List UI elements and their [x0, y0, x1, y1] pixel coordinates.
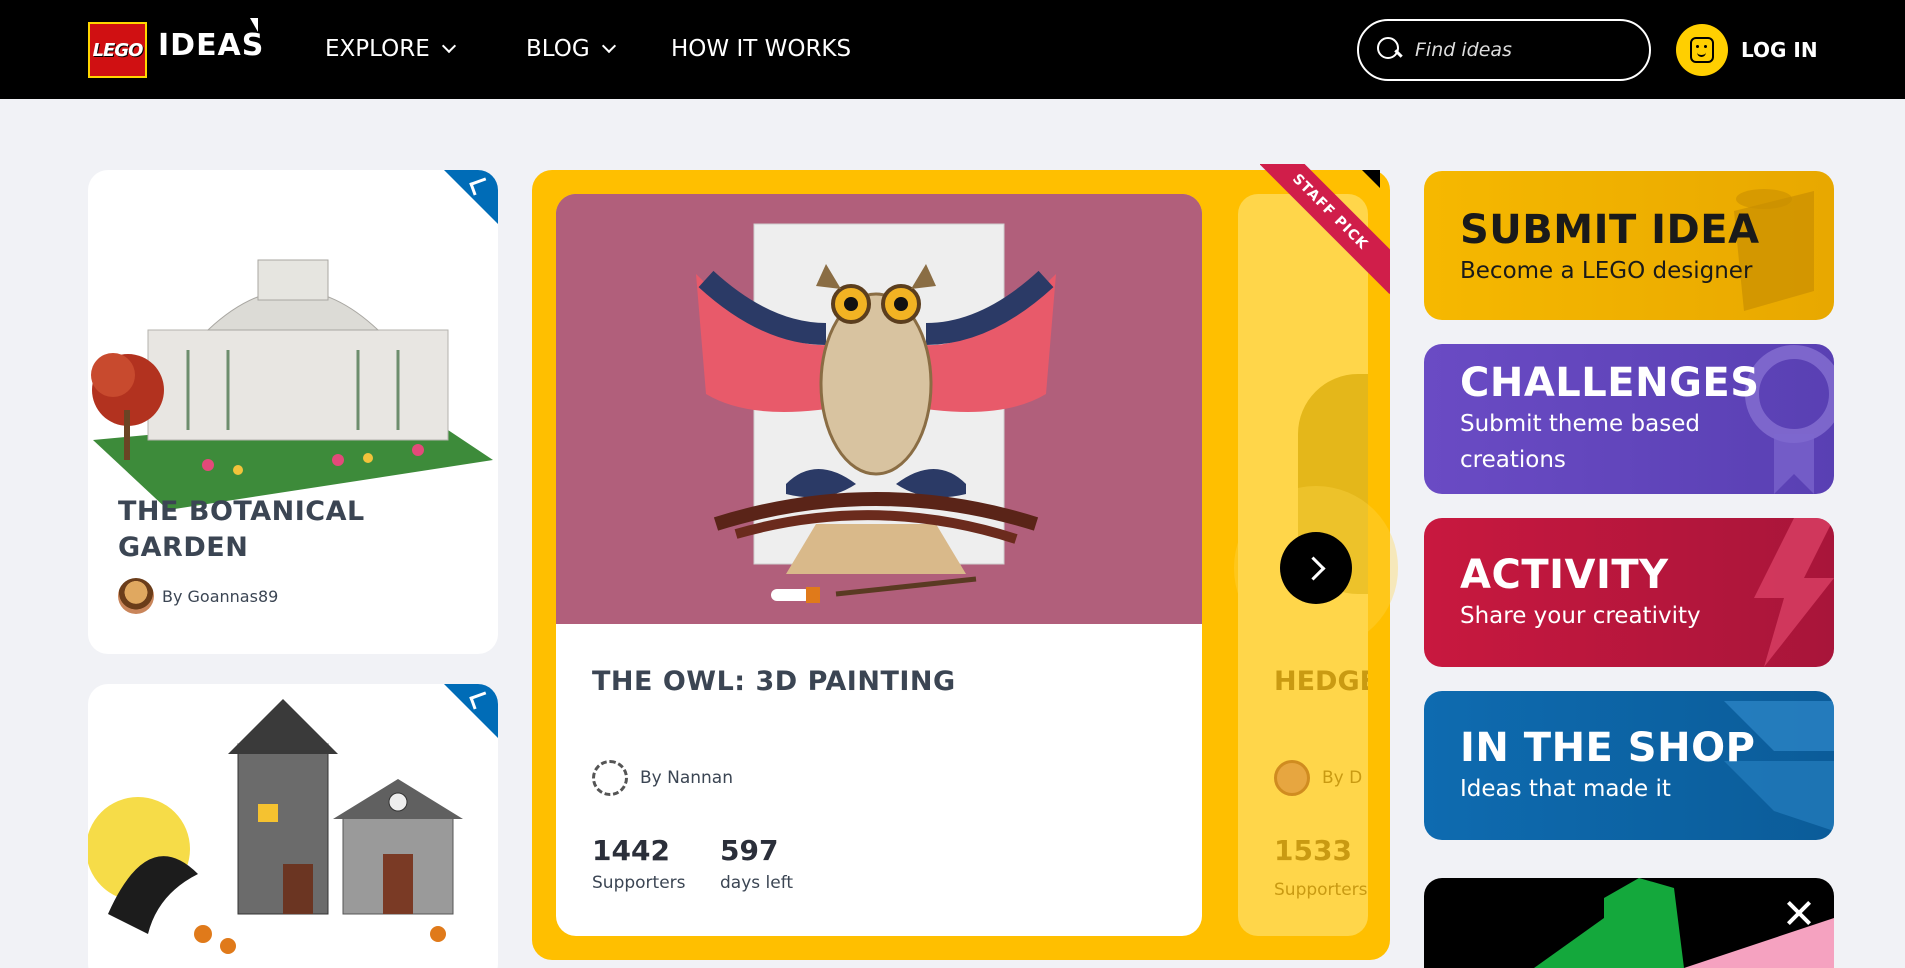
project-image-owl	[556, 194, 1202, 624]
author-name: By Nannan	[640, 768, 734, 788]
featured-project-title[interactable]: THE OWL: 3D PAINTING	[592, 666, 956, 697]
days-left-stat: 597 days left	[720, 834, 793, 893]
nav-blog[interactable]: BLOG	[526, 36, 616, 62]
close-icon[interactable]	[1784, 898, 1814, 928]
carousel-next-button[interactable]	[1280, 532, 1352, 604]
project-image-botanical-garden	[91, 259, 493, 510]
nav-how-it-works-label: HOW IT WORKS	[671, 36, 852, 62]
nav-blog-label: BLOG	[526, 36, 590, 62]
next-project-author: By D	[1274, 760, 1362, 796]
lightning-bolt-icon	[1754, 518, 1834, 667]
nav-explore[interactable]: EXPLORE	[325, 36, 456, 62]
supporters-label: Supporters	[592, 873, 686, 893]
author-avatar	[118, 578, 154, 614]
search-box[interactable]	[1357, 19, 1651, 81]
next-supporters-count: 1533	[1274, 834, 1352, 867]
project-card-botanical-garden[interactable]: THE BOTANICAL GARDEN By Goannas89	[88, 170, 498, 654]
project-card-nightmare-town[interactable]	[88, 684, 498, 968]
submit-idea-title: SUBMIT IDEA	[1460, 207, 1760, 253]
project-image-nightmare-town	[88, 699, 463, 954]
login-avatar[interactable]	[1676, 24, 1728, 76]
challenges-tile[interactable]: CHALLENGES Submit theme based creations	[1424, 344, 1834, 494]
staff-pick-label: STAFF PICK	[1260, 164, 1390, 294]
search-icon[interactable]	[1377, 37, 1403, 63]
nav-explore-label: EXPLORE	[325, 36, 430, 62]
in-the-shop-subtitle: Ideas that made it	[1460, 776, 1671, 802]
days-left-count: 597	[720, 834, 779, 867]
in-the-shop-title: IN THE SHOP	[1460, 725, 1756, 771]
ideas-logo-text[interactable]: IDEAS	[158, 28, 264, 63]
author-name: By Goannas89	[162, 586, 279, 606]
lego-logo-text: LEGO	[92, 39, 144, 61]
chevron-down-icon	[601, 38, 616, 54]
supporters-count: 1442	[592, 834, 670, 867]
project-title[interactable]: THE BOTANICAL GARDEN	[118, 494, 458, 566]
search-input[interactable]	[1415, 39, 1635, 61]
login-link[interactable]: LOG IN	[1741, 38, 1818, 62]
promo-banner[interactable]	[1424, 878, 1834, 968]
challenges-subtitle: Submit theme based creations	[1460, 411, 1700, 473]
submit-idea-tile[interactable]: SUBMIT IDEA Become a LEGO designer	[1424, 171, 1834, 320]
author-avatar	[592, 760, 628, 796]
author-avatar	[1274, 760, 1310, 796]
days-left-label: days left	[720, 873, 794, 893]
in-the-shop-tile[interactable]: IN THE SHOP Ideas that made it	[1424, 691, 1834, 840]
next-supporters-label: Supporters	[1274, 880, 1368, 900]
author-name: By D	[1322, 768, 1363, 788]
activity-title: ACTIVITY	[1460, 552, 1669, 598]
featured-project-card[interactable]: THE OWL: 3D PAINTING By Nannan 1442 Supp…	[556, 194, 1202, 936]
project-author[interactable]: By Goannas89	[118, 578, 278, 614]
promo-banner-image	[1534, 878, 1834, 968]
featured-project-author[interactable]: By Nannan	[592, 760, 733, 796]
featured-carousel: THE OWL: 3D PAINTING By Nannan 1442 Supp…	[532, 164, 1390, 960]
supporters-stat: 1442 Supporters	[592, 834, 686, 893]
lego-logo[interactable]: LEGO	[88, 22, 147, 78]
chevron-down-icon	[441, 38, 456, 54]
top-navigation-bar: LEGO IDEAS EXPLORE BLOG HOW IT WORKS LOG…	[0, 0, 1905, 99]
submit-idea-subtitle: Become a LEGO designer	[1460, 258, 1753, 284]
activity-tile[interactable]: ACTIVITY Share your creativity	[1424, 518, 1834, 667]
minifig-face-icon	[1690, 37, 1714, 63]
challenges-title: CHALLENGES	[1460, 360, 1760, 406]
staff-pick-ribbon: STAFF PICK	[1260, 164, 1390, 294]
next-project-title: HEDGE	[1274, 666, 1368, 697]
activity-subtitle: Share your creativity	[1460, 603, 1701, 629]
nav-how-it-works[interactable]: HOW IT WORKS	[671, 36, 851, 62]
